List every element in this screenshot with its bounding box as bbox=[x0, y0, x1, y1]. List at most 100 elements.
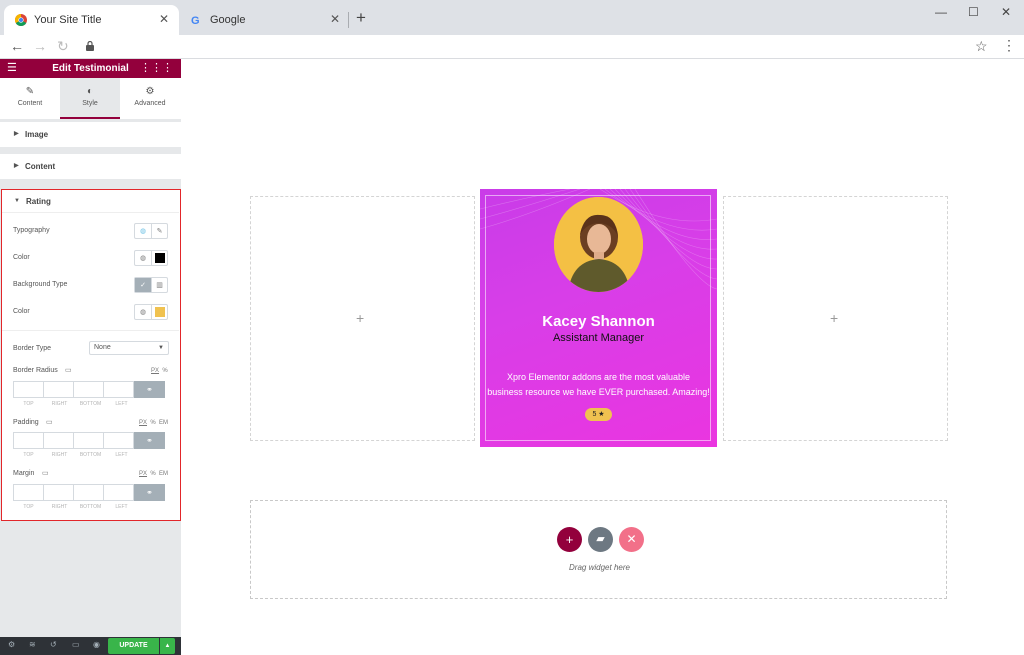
bg-color-controls: ◍ bbox=[134, 304, 168, 320]
add-element-icon[interactable]: + bbox=[356, 311, 364, 325]
units-selector[interactable]: PX % bbox=[151, 368, 168, 374]
layers-icon[interactable]: ≋ bbox=[29, 640, 36, 649]
globe-icon[interactable]: ◍ bbox=[135, 224, 151, 238]
unit-em[interactable]: EM bbox=[159, 420, 168, 426]
select-value: None bbox=[94, 344, 111, 351]
monitor-icon[interactable]: ▭ bbox=[42, 469, 49, 477]
preview-eye-icon[interactable]: ◉ bbox=[93, 640, 100, 649]
rating-badge: 5 ★ bbox=[585, 408, 612, 421]
update-button[interactable]: UPDATE bbox=[108, 638, 159, 654]
border-type-select[interactable]: None ▼ bbox=[89, 341, 169, 355]
top-input[interactable] bbox=[13, 381, 44, 398]
dimension-labels: TOP RIGHT BOTTOM LEFT bbox=[13, 452, 139, 458]
unit-pct[interactable]: % bbox=[150, 420, 155, 426]
tab-label: Content bbox=[17, 100, 43, 107]
back-icon[interactable]: ← bbox=[10, 38, 24, 54]
pencil-icon: ✎ bbox=[25, 86, 35, 97]
rating-section-title[interactable]: Rating bbox=[26, 197, 51, 206]
tab-title: Your Site Title bbox=[34, 14, 102, 26]
top-input[interactable] bbox=[13, 432, 44, 449]
color-label: Color bbox=[13, 254, 30, 261]
unit-pct[interactable]: % bbox=[162, 368, 167, 374]
tab-advanced[interactable]: ⚙ Advanced bbox=[120, 78, 180, 119]
dim-label: LEFT bbox=[115, 401, 128, 407]
unit-em[interactable]: EM bbox=[159, 471, 168, 477]
widgets-grid-icon[interactable]: ⋮⋮⋮ bbox=[140, 59, 173, 78]
tab-content[interactable]: ✎ Content bbox=[0, 78, 60, 119]
section-content[interactable]: ▶ Content bbox=[0, 154, 181, 179]
left-input[interactable] bbox=[103, 484, 134, 501]
unit-px[interactable]: PX bbox=[139, 420, 147, 426]
right-input[interactable] bbox=[43, 432, 74, 449]
responsive-icon[interactable]: ▭ bbox=[72, 640, 80, 649]
chevron-up-icon[interactable]: ▲ bbox=[160, 638, 175, 654]
dim-label: BOTTOM bbox=[79, 504, 102, 510]
caret-down-icon[interactable]: ▼ bbox=[14, 198, 20, 204]
testimonial-card[interactable]: Kacey Shannon Assistant Manager Xpro Ele… bbox=[480, 189, 717, 447]
close-icon[interactable]: ✕ bbox=[159, 13, 169, 25]
link-icon[interactable]: ⚭ bbox=[134, 484, 165, 501]
monitor-icon[interactable]: ▭ bbox=[65, 366, 72, 374]
tab-style[interactable]: ◐ Style bbox=[60, 78, 120, 119]
bottom-input[interactable] bbox=[73, 432, 104, 449]
top-input[interactable] bbox=[13, 484, 44, 501]
left-input[interactable] bbox=[103, 381, 134, 398]
tab-your-site-title[interactable]: Your Site Title ✕ bbox=[4, 5, 179, 35]
template-library-button[interactable]: ▰ bbox=[588, 527, 613, 552]
edit-pencil-icon[interactable]: ✎ bbox=[151, 224, 167, 238]
right-input[interactable] bbox=[43, 381, 74, 398]
unit-px[interactable]: PX bbox=[151, 368, 159, 374]
link-icon[interactable]: ⚭ bbox=[134, 381, 165, 398]
border-radius-label: Border Radius bbox=[13, 367, 58, 374]
gradient-icon[interactable]: ▥ bbox=[151, 278, 167, 292]
caret-right-icon: ▶ bbox=[14, 131, 19, 137]
empty-column[interactable]: + bbox=[250, 196, 475, 441]
close-icon[interactable]: ✕ bbox=[330, 13, 340, 25]
color-picker[interactable] bbox=[151, 251, 167, 265]
editor-panel: ☰ Edit Testimonial ⋮⋮⋮ ✎ Content ◐ Style… bbox=[0, 59, 181, 655]
tab-label: Advanced bbox=[134, 100, 166, 107]
forward-icon[interactable]: → bbox=[33, 38, 47, 54]
globe-icon[interactable]: ◍ bbox=[135, 251, 151, 265]
menu-kebab-icon[interactable]: ⋮ bbox=[1002, 37, 1016, 54]
tab-google[interactable]: G Google ✕ bbox=[180, 5, 350, 35]
unit-pct[interactable]: % bbox=[150, 471, 155, 477]
globe-icon[interactable]: ◍ bbox=[135, 305, 151, 319]
bottom-input[interactable] bbox=[73, 381, 104, 398]
color-picker[interactable] bbox=[151, 305, 167, 319]
right-input[interactable] bbox=[43, 484, 74, 501]
dim-label: TOP bbox=[23, 452, 34, 458]
monitor-icon[interactable]: ▭ bbox=[46, 418, 53, 426]
tab-separator bbox=[348, 12, 349, 28]
dimension-labels: TOP RIGHT BOTTOM LEFT bbox=[13, 504, 139, 510]
units-selector[interactable]: PX % EM bbox=[139, 471, 168, 477]
reload-icon[interactable]: ↻ bbox=[57, 38, 69, 54]
bookmark-star-icon[interactable]: ☆ bbox=[975, 38, 988, 55]
left-input[interactable] bbox=[103, 432, 134, 449]
hamburger-icon[interactable]: ☰ bbox=[7, 59, 17, 78]
empty-column[interactable]: + bbox=[723, 196, 948, 441]
bottom-input[interactable] bbox=[73, 484, 104, 501]
testimonial-name: Kacey Shannon bbox=[542, 313, 655, 330]
border-type-label: Border Type bbox=[13, 345, 52, 352]
minimize-button[interactable]: — bbox=[935, 5, 947, 19]
unit-px[interactable]: PX bbox=[139, 471, 147, 477]
widget-drop-zone[interactable]: + ▰ ✕ Drag widget here bbox=[250, 500, 947, 599]
brush-icon[interactable]: ✓ bbox=[135, 278, 151, 292]
typography-controls: ◍ ✎ bbox=[134, 223, 168, 239]
link-icon[interactable]: ⚭ bbox=[134, 432, 165, 449]
new-tab-button[interactable]: + bbox=[356, 9, 366, 26]
address-bar: ← → ↻ ☆ ⋮ bbox=[0, 35, 1024, 59]
add-section-button[interactable]: + bbox=[557, 527, 582, 552]
close-window-button[interactable]: ✕ bbox=[1001, 5, 1011, 19]
xpro-addons-button[interactable]: ✕ bbox=[619, 527, 644, 552]
history-icon[interactable]: ↺ bbox=[50, 640, 57, 649]
border-radius-inputs: ⚭ bbox=[13, 381, 170, 398]
settings-icon[interactable]: ⚙ bbox=[8, 640, 15, 649]
section-image[interactable]: ▶ Image bbox=[0, 122, 181, 147]
dim-label: TOP bbox=[23, 401, 34, 407]
add-element-icon[interactable]: + bbox=[830, 311, 838, 325]
units-selector[interactable]: PX % EM bbox=[139, 420, 168, 426]
dim-label: LEFT bbox=[115, 504, 128, 510]
maximize-button[interactable]: ☐ bbox=[968, 5, 979, 19]
